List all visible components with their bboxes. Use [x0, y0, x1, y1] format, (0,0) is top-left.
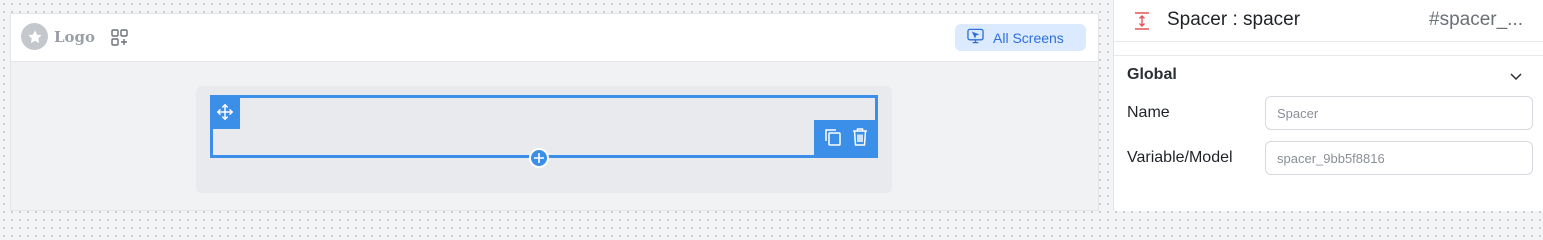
- name-label: Name: [1127, 104, 1170, 121]
- all-screens-label: All Screens: [993, 29, 1064, 46]
- variable-model-label: Variable/Model: [1127, 149, 1233, 166]
- logo-text: Logo: [54, 27, 96, 46]
- chevron-down-icon[interactable]: [1509, 69, 1523, 83]
- screen-header: Logo All Screens: [11, 14, 1098, 62]
- variable-model-field[interactable]: [1265, 141, 1533, 175]
- plus-icon[interactable]: [529, 148, 549, 168]
- move-icon[interactable]: [210, 95, 240, 129]
- element-id[interactable]: #spacer_...: [1429, 9, 1523, 31]
- section-title-global[interactable]: Global: [1127, 66, 1177, 84]
- name-field[interactable]: [1265, 96, 1533, 130]
- grid-add-icon[interactable]: [110, 28, 130, 48]
- star-icon: [21, 23, 48, 50]
- all-screens-button[interactable]: All Screens: [955, 24, 1086, 51]
- element-title: Spacer : spacer: [1167, 9, 1301, 30]
- copy-icon[interactable]: [823, 127, 843, 152]
- section-divider: [1114, 55, 1543, 56]
- trash-icon[interactable]: [851, 127, 869, 152]
- monitor-cursor-icon: [967, 28, 984, 47]
- app-logo[interactable]: Logo: [21, 23, 95, 50]
- element-action-bar: [814, 120, 878, 158]
- spacer-icon: [1134, 12, 1150, 30]
- panel-header: Spacer : spacer #spacer_...: [1114, 0, 1543, 42]
- properties-panel: Spacer : spacer #spacer_... Global Name …: [1113, 0, 1543, 211]
